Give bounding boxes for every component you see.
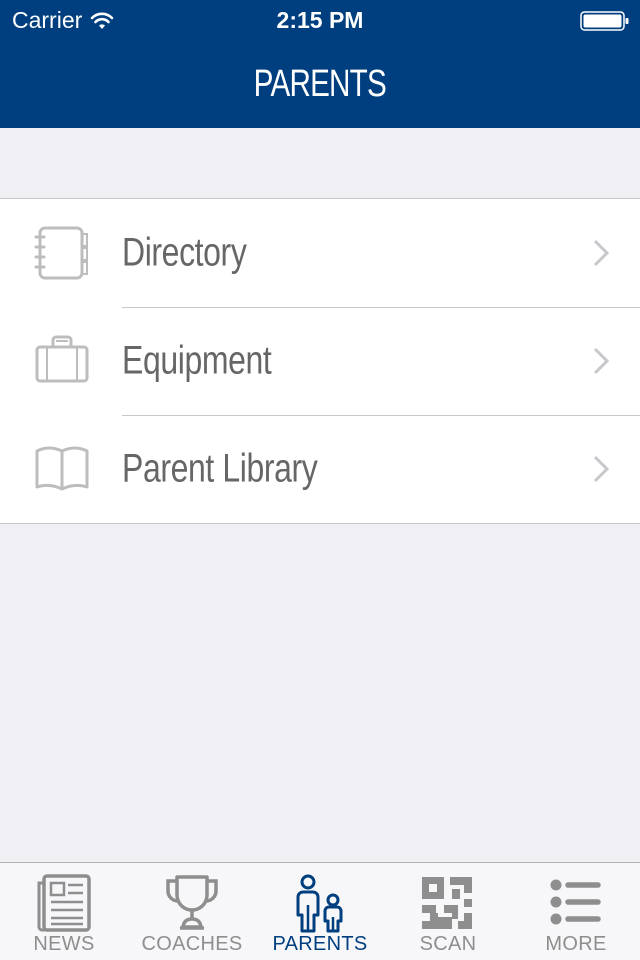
chevron-right-icon: [593, 455, 610, 483]
list-item-label: Parent Library: [122, 446, 318, 491]
qr-code-icon: [422, 877, 472, 929]
page-title: PARENTS: [253, 62, 387, 105]
list-item-label: Directory: [122, 230, 247, 275]
tab-label: NEWS: [33, 933, 95, 955]
status-time: 2:15 PM: [276, 7, 364, 33]
tab-label: COACHES: [141, 933, 243, 955]
tab-bar: NEWS COACHES PARENTS SCAN MORE: [0, 862, 640, 960]
chevron-right-icon: [593, 347, 610, 375]
navigation-bar: PARENTS: [0, 40, 640, 128]
list-icon: [550, 879, 601, 925]
tab-news[interactable]: NEWS: [0, 863, 128, 960]
parents-icon: [296, 874, 343, 933]
tab-label: SCAN: [419, 933, 477, 955]
tab-more[interactable]: MORE: [512, 863, 640, 960]
tab-label: MORE: [545, 933, 607, 955]
open-book-icon: [35, 446, 89, 491]
newspaper-icon: [37, 874, 91, 932]
address-book-icon: [34, 226, 88, 280]
list-item-label: Equipment: [122, 338, 272, 383]
list-item-equipment[interactable]: Equipment: [0, 307, 640, 415]
tab-label: PARENTS: [272, 933, 368, 955]
status-bar: Carrier 2:15 PM: [0, 0, 640, 40]
list-item-parent-library[interactable]: Parent Library: [0, 415, 640, 523]
briefcase-icon: [35, 335, 89, 383]
parents-menu-list: Directory Equipment Parent Library: [0, 198, 640, 524]
chevron-right-icon: [593, 239, 610, 267]
tab-coaches[interactable]: COACHES: [128, 863, 256, 960]
tab-scan[interactable]: SCAN: [384, 863, 512, 960]
tab-parents[interactable]: PARENTS: [256, 863, 384, 960]
list-item-directory[interactable]: Directory: [0, 199, 640, 307]
battery-full-icon: [580, 11, 629, 31]
trophy-icon: [166, 875, 218, 930]
